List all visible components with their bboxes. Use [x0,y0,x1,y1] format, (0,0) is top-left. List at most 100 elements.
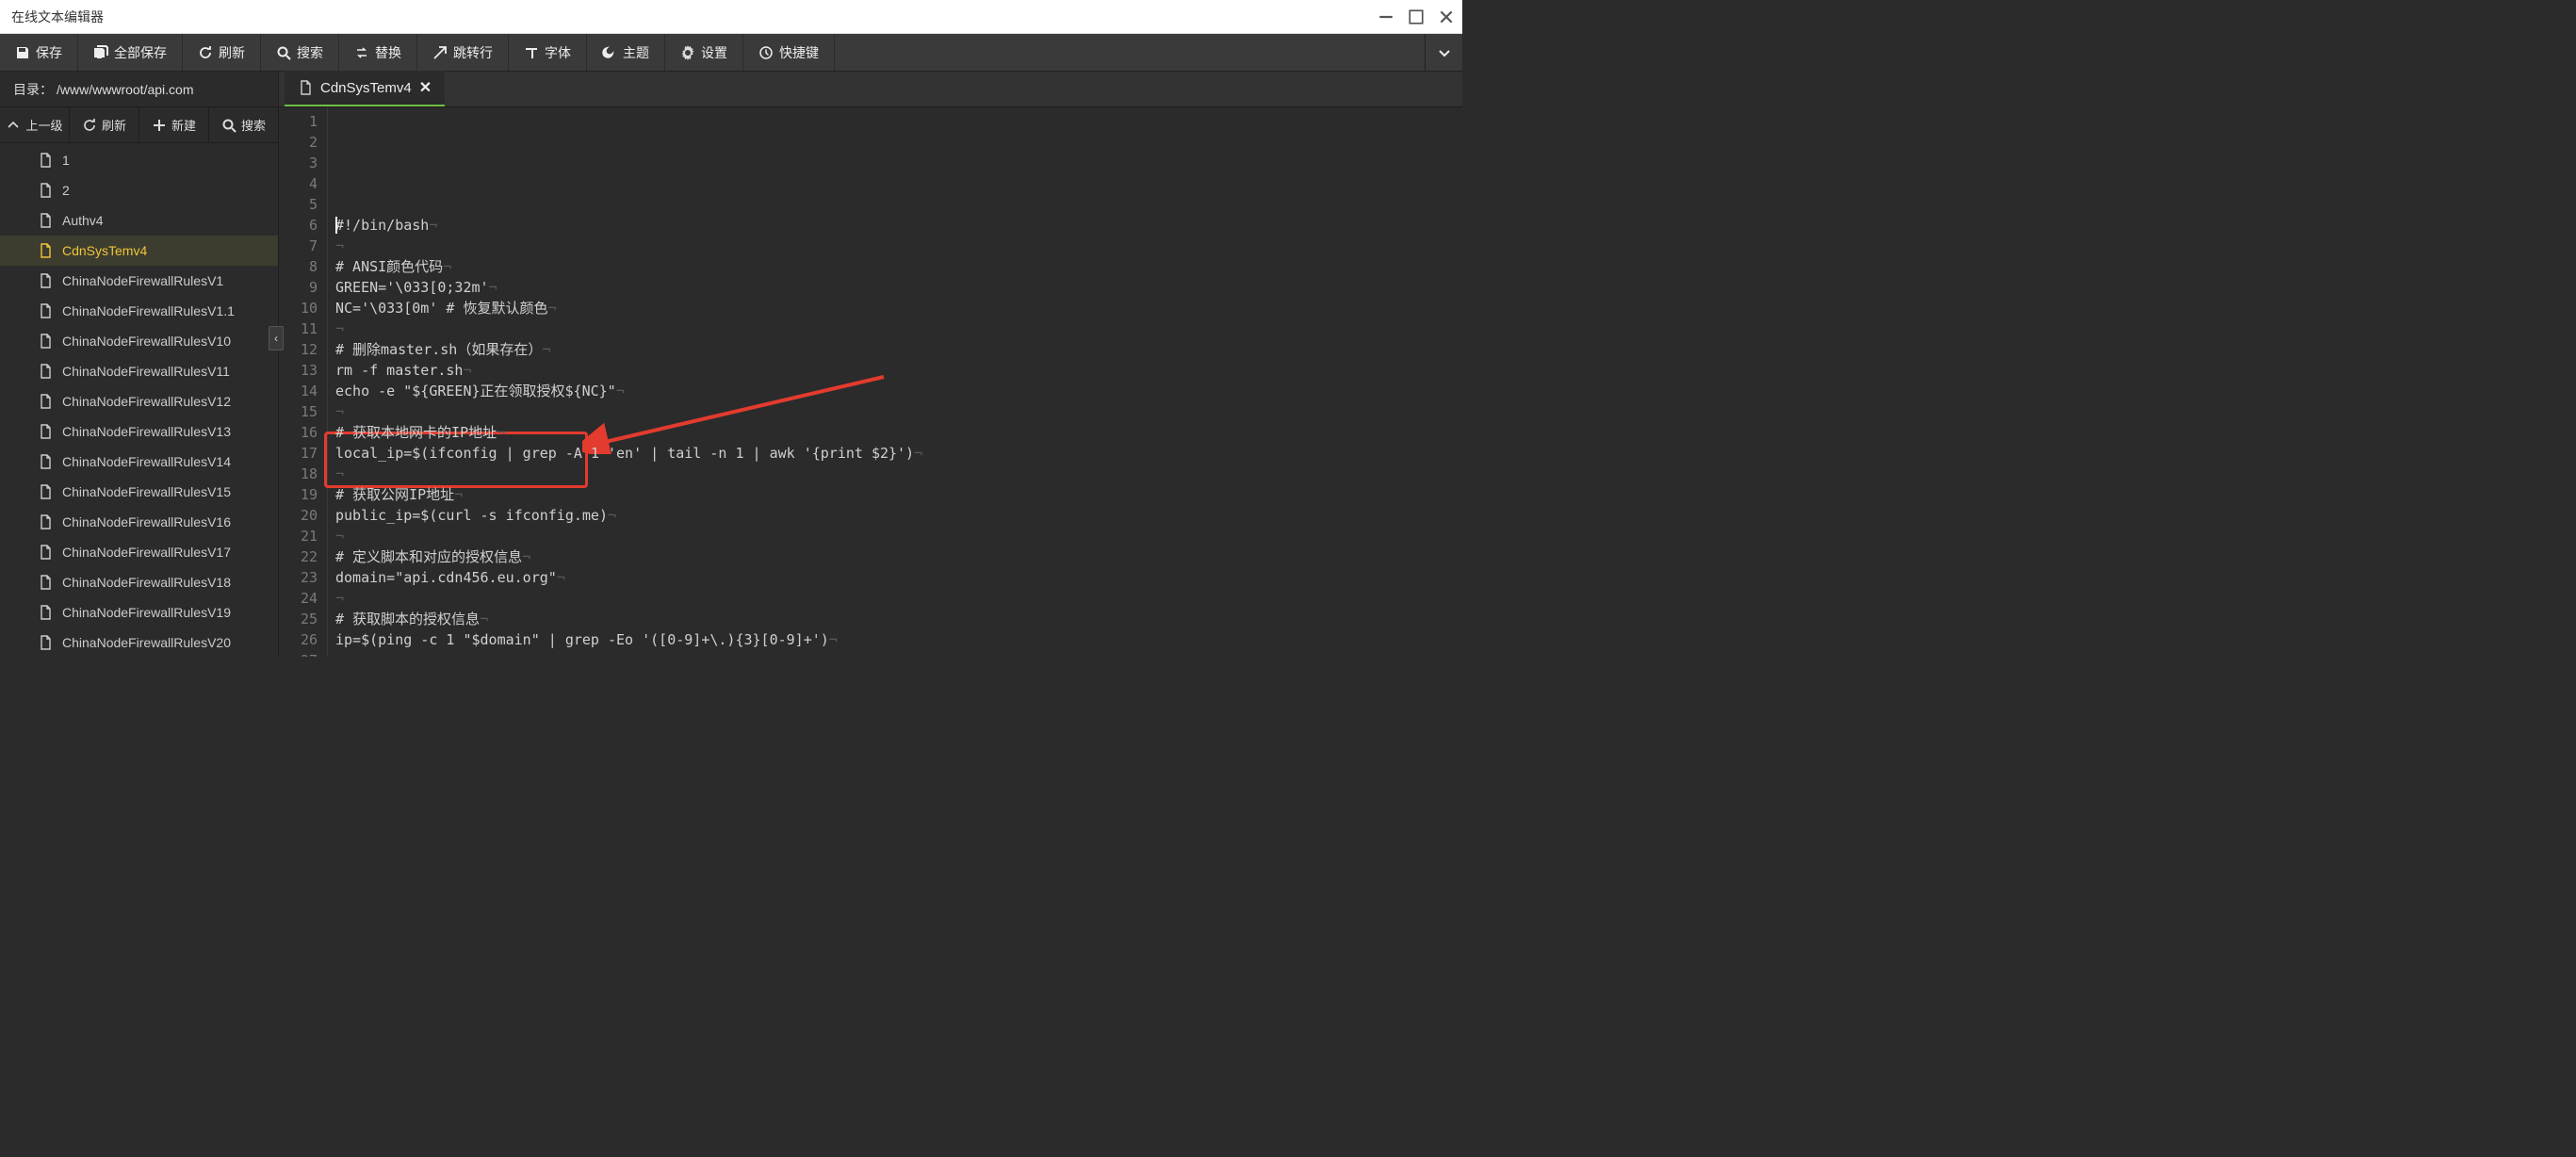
keyboard-icon [758,45,774,60]
refresh-button[interactable]: 刷新 [183,34,261,71]
file-item[interactable]: ChinaNodeFirewallRulesV10 [0,326,278,356]
file-item[interactable]: 2 [0,175,278,205]
file-item[interactable]: 1 [0,145,278,175]
cursor [335,217,337,234]
file-item[interactable]: ChinaNodeFirewallRulesV16 [0,507,278,537]
theme-button[interactable]: 主题 [587,34,665,71]
goto-button[interactable]: 跳转行 [417,34,509,71]
search-label: 搜索 [297,43,323,62]
close-icon[interactable] [1438,8,1455,25]
up-label: 上一级 [25,116,62,134]
workspace: 目录： /www/wwwroot/api.com 上一级 刷新 新建 搜索 12… [0,72,1462,657]
file-item[interactable]: CdnSysTemv4 [0,236,278,266]
file-name: ChinaNodeFirewallRulesV15 [62,484,231,499]
code-line[interactable]: ¬ [335,464,1462,484]
up-icon [6,118,21,133]
code-line[interactable]: ¬ [335,401,1462,422]
line-number: 8 [279,256,318,277]
file-item[interactable]: ChinaNodeFirewallRulesV12 [0,386,278,416]
code-line[interactable]: ¬ [335,318,1462,339]
settings-button[interactable]: 设置 [665,34,743,71]
file-item[interactable]: ChinaNodeFirewallRulesV18 [0,567,278,597]
font-icon [524,45,539,60]
path-value: /www/wwwroot/api.com [57,82,193,97]
new-button[interactable]: 新建 [139,107,209,142]
file-item[interactable]: ChinaNodeFirewallRulesV1.1 [0,296,278,326]
file-item[interactable]: ChinaNodeFirewallRulesV1 [0,266,278,296]
code-line[interactable]: rm -f master.sh¬ [335,360,1462,381]
sidebar-collapse-button[interactable]: ‹ [269,326,284,350]
chevron-left-icon: ‹ [274,332,278,345]
search-icon [221,118,236,133]
code-line[interactable]: # 获取公网IP地址¬ [335,484,1462,505]
minimize-icon[interactable] [1378,8,1394,25]
shortcuts-button[interactable]: 快捷键 [743,34,835,71]
code-line[interactable]: NC='\033[0m' # 恢复默认颜色¬ [335,298,1462,318]
code-line[interactable]: local_ip=$(ifconfig | grep -A 1 'en' | t… [335,443,1462,464]
code-line[interactable]: echo -e "${GREEN}正在领取授权${NC}"¬ [335,381,1462,401]
refresh-icon [198,45,213,60]
code-line[interactable]: # 获取脚本的授权信息¬ [335,609,1462,629]
chevron-down-icon [1437,45,1452,60]
tab-close-icon[interactable]: ✕ [419,78,432,97]
file-item[interactable]: ChinaNodeFirewallRulesV14 [0,447,278,477]
save-all-label: 全部保存 [114,43,167,62]
up-button[interactable]: 上一级 [0,107,70,142]
file-name: 2 [62,183,70,198]
file-icon [38,454,53,469]
file-item[interactable]: Authv4 [0,205,278,236]
toolbar-more-button[interactable] [1425,34,1462,71]
pathbar: 目录： /www/wwwroot/api.com [0,72,278,107]
settings-label: 设置 [701,43,727,62]
line-number: 7 [279,236,318,256]
line-gutter: 1234567891011121314151617181920212223242… [279,107,328,657]
file-name: ChinaNodeFirewallRulesV17 [62,545,231,560]
replace-button[interactable]: 替换 [339,34,417,71]
file-item[interactable]: ChinaNodeFirewallRulesV19 [0,597,278,627]
file-item[interactable]: ChinaNodeFirewallRulesV20 [0,627,278,657]
maximize-icon[interactable] [1408,8,1425,25]
save-all-button[interactable]: 全部保存 [78,34,183,71]
code-line[interactable]: ¬ [335,650,1462,657]
file-icon [38,334,53,349]
code-line[interactable]: domain="api.cdn456.eu.org"¬ [335,567,1462,588]
code-line[interactable]: ip=$(ping -c 1 "$domain" | grep -Eo '([0… [335,629,1462,650]
file-icon [38,514,53,530]
code-line[interactable]: # 获取本地网卡的IP地址¬ [335,422,1462,443]
code-line[interactable]: ¬ [335,526,1462,546]
code-content[interactable]: #!/bin/bash¬¬# ANSI颜色代码¬GREEN='\033[0;32… [328,107,1462,657]
sidebar-refresh-button[interactable]: 刷新 [70,107,139,142]
code-line[interactable]: # ANSI颜色代码¬ [335,256,1462,277]
tab-active[interactable]: CdnSysTemv4 ✕ [285,71,445,106]
toolbar-spacer [835,34,1425,71]
code-line[interactable]: public_ip=$(curl -s ifconfig.me)¬ [335,505,1462,526]
file-icon [38,635,53,650]
code-line[interactable]: ¬ [335,236,1462,256]
line-number: 26 [279,629,318,650]
line-number: 22 [279,546,318,567]
search-button[interactable]: 搜索 [261,34,339,71]
save-button[interactable]: 保存 [0,34,78,71]
file-icon [38,364,53,379]
font-button[interactable]: 字体 [509,34,587,71]
line-number: 6 [279,215,318,236]
file-tree[interactable]: 1 2 Authv4 CdnSysTemv4 ChinaNodeFirewallRule… [0,143,278,657]
file-icon [38,545,53,560]
file-item[interactable]: ChinaNodeFirewallRulesV15 [0,477,278,507]
file-item[interactable]: ChinaNodeFirewallRulesV11 [0,356,278,386]
file-icon [38,424,53,439]
sidebar-search-button[interactable]: 搜索 [209,107,278,142]
code-line[interactable]: GREEN='\033[0;32m'¬ [335,277,1462,298]
code-editor[interactable]: 1234567891011121314151617181920212223242… [279,107,1462,657]
file-item[interactable]: ChinaNodeFirewallRulesV13 [0,416,278,447]
file-name: Authv4 [62,213,104,228]
code-line[interactable]: #!/bin/bash¬ [335,215,1462,236]
code-line[interactable]: # 定义脚本和对应的授权信息¬ [335,546,1462,567]
file-item[interactable]: ChinaNodeFirewallRulesV17 [0,537,278,567]
file-icon [38,303,53,318]
code-line[interactable]: ¬ [335,588,1462,609]
file-name: ChinaNodeFirewallRulesV1 [62,273,223,288]
file-icon [38,153,53,168]
path-label: 目录： [13,80,53,99]
code-line[interactable]: # 删除master.sh（如果存在）¬ [335,339,1462,360]
